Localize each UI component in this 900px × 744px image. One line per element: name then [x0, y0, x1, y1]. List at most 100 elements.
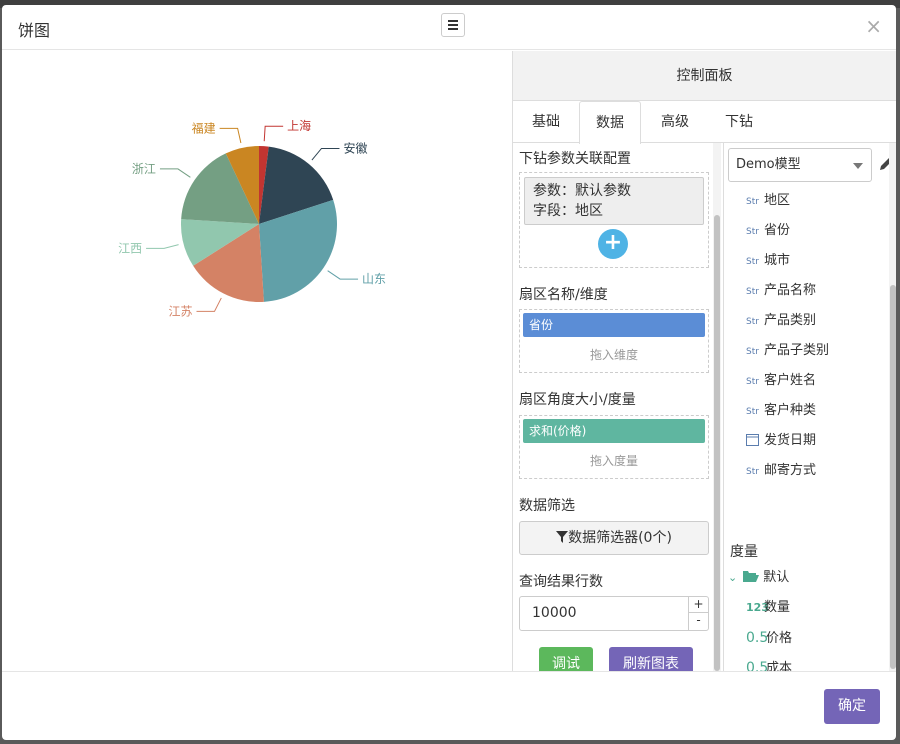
- string-type-icon: Str: [746, 347, 759, 357]
- add-drill-param-button[interactable]: +: [598, 229, 628, 259]
- chevron-down-icon: [853, 163, 863, 169]
- refresh-chart-button[interactable]: 刷新图表: [609, 647, 693, 671]
- string-type-icon: Str: [746, 287, 759, 297]
- tab-data[interactable]: 数据: [579, 101, 641, 144]
- measure-group-label: 默认: [763, 570, 790, 585]
- drill-params-dropzone[interactable]: 参数：默认参数 字段：地区 +: [519, 172, 709, 268]
- pie-slice-label: 上海: [287, 118, 311, 133]
- dimension-field-label: 城市: [764, 253, 791, 268]
- measure-field-label: 数量: [764, 600, 791, 615]
- increment-button[interactable]: +: [689, 597, 708, 613]
- measure-field-item[interactable]: 123数量: [746, 598, 790, 618]
- measure-field-item[interactable]: 0.5成本: [746, 658, 792, 671]
- label-leader-line: [196, 297, 222, 312]
- dimension-field-item[interactable]: Str 客户姓名: [746, 371, 816, 391]
- decimal-type-icon: 0.5: [746, 660, 769, 671]
- model-select[interactable]: Demo模型: [728, 148, 872, 182]
- sector-size-title: 扇区角度大小/度量: [519, 392, 636, 408]
- pie-slice-label: 山东: [362, 272, 386, 286]
- string-type-icon: Str: [746, 197, 759, 207]
- calendar-icon: [746, 433, 764, 448]
- dimension-field-label: 客户姓名: [764, 373, 817, 388]
- string-type-icon: Str: [746, 227, 759, 237]
- dimension-field-item[interactable]: 发货日期: [746, 431, 816, 451]
- model-select-value: Demo模型: [736, 157, 801, 172]
- measures-heading: 度量: [730, 544, 758, 560]
- right-column-scrollbar[interactable]: [889, 143, 896, 671]
- string-type-icon: Str: [746, 257, 759, 267]
- drill-param-line: 参数：默认参数: [533, 183, 631, 199]
- dimension-field-label: 省份: [764, 223, 791, 238]
- pie-slice-label: 福建: [192, 120, 216, 135]
- dimension-dropzone[interactable]: 省份 拖入维度: [519, 309, 709, 373]
- control-panel: 控制面板 基础 数据 高级 下钻 下钻参数关联配置 参数：默认参数 字段：地区 …: [512, 51, 896, 671]
- string-type-icon: Str: [746, 377, 759, 387]
- dimension-chip[interactable]: 省份: [523, 313, 705, 337]
- close-button[interactable]: ×: [865, 14, 882, 38]
- dimension-field-item[interactable]: Str 产品类别: [746, 311, 816, 331]
- drill-param-item[interactable]: 参数：默认参数 字段：地区: [524, 177, 704, 225]
- pie-slice-label: 江苏: [168, 304, 192, 318]
- tab-advanced[interactable]: 高级: [645, 101, 705, 143]
- string-type-icon: Str: [746, 467, 759, 477]
- dimension-field-item[interactable]: Str 邮寄方式: [746, 461, 816, 481]
- label-leader-line: [159, 168, 191, 178]
- hamburger-icon: [448, 20, 458, 22]
- dimension-field-label: 客户种类: [764, 403, 817, 418]
- label-leader-line: [327, 270, 359, 280]
- dimension-field-label: 产品名称: [764, 283, 817, 298]
- dialog-footer: 确定: [2, 671, 896, 740]
- dimension-field-label: 产品子类别: [764, 343, 830, 358]
- integer-type-icon: 123: [746, 601, 769, 614]
- sector-name-title: 扇区名称/维度: [519, 287, 608, 303]
- dimension-field-item[interactable]: Str 产品子类别: [746, 341, 829, 361]
- label-leader-line: [146, 244, 179, 249]
- filter-icon: [556, 531, 569, 543]
- pie-chart: 上海安徽山东江苏 江西 浙江 福建: [118, 118, 386, 318]
- measure-field-item[interactable]: 0.5价格: [746, 628, 792, 648]
- measure-field-label: 成本: [766, 661, 793, 671]
- dimension-field-item[interactable]: Str 客户种类: [746, 401, 816, 421]
- panel-tabs: 基础 数据 高级 下钻: [513, 101, 896, 144]
- debug-button[interactable]: 调试: [539, 647, 593, 671]
- dimension-field-label: 地区: [764, 193, 791, 208]
- tab-basic[interactable]: 基础: [517, 101, 575, 143]
- dimension-field-item[interactable]: Str 省份: [746, 221, 790, 241]
- measure-chip[interactable]: 求和(价格): [523, 419, 705, 443]
- measure-field-label: 价格: [766, 631, 793, 646]
- dimension-field-item[interactable]: Str 产品名称: [746, 281, 816, 301]
- confirm-button[interactable]: 确定: [824, 689, 880, 724]
- menu-toggle-button[interactable]: [441, 13, 465, 37]
- string-type-icon: Str: [746, 407, 759, 417]
- label-leader-line: [263, 125, 284, 142]
- data-filter-button[interactable]: 数据筛选器(0个): [519, 521, 709, 555]
- left-column-scrollbar[interactable]: [713, 143, 721, 671]
- dialog-title: 饼图: [18, 21, 51, 40]
- result-rows-input[interactable]: 10000 + -: [519, 596, 709, 631]
- measure-group-default[interactable]: ⌄ 默认: [728, 568, 789, 588]
- data-filter-label: 数据筛选器(0个): [568, 530, 672, 546]
- tab-drilldown[interactable]: 下钻: [709, 101, 769, 143]
- dimension-field-label: 产品类别: [764, 313, 817, 328]
- string-type-icon: Str: [746, 317, 759, 327]
- data-config-column: 下钻参数关联配置 参数：默认参数 字段：地区 + 扇区名称/维度 省份 拖入维度…: [513, 143, 713, 671]
- pie-chart-dialog: 饼图 × 上海 安徽 山东 江苏 江西 浙江 福建 控制面板 基础 数据 高级 下钻 下钻参…: [2, 5, 896, 740]
- decrement-button[interactable]: -: [689, 613, 708, 629]
- label-leader-line: [219, 127, 242, 144]
- dimension-field-label: 发货日期: [764, 433, 817, 448]
- decimal-type-icon: 0.5: [746, 630, 769, 646]
- dialog-header: 饼图 ×: [2, 5, 896, 50]
- dimension-drop-hint: 拖入维度: [589, 348, 638, 362]
- drill-config-title: 下钻参数关联配置: [519, 151, 631, 167]
- pie-slice-label: 江西: [118, 241, 142, 255]
- dimension-field-item[interactable]: Str 地区: [746, 191, 790, 211]
- measure-dropzone[interactable]: 求和(价格) 拖入度量: [519, 415, 709, 479]
- dimension-field-item[interactable]: Str 城市: [746, 251, 790, 271]
- data-filter-title: 数据筛选: [519, 498, 575, 514]
- result-rows-title: 查询结果行数: [519, 574, 603, 590]
- measure-drop-hint: 拖入度量: [589, 454, 638, 468]
- pie-slice-label: 安徽: [343, 140, 367, 155]
- drill-field-line: 字段：地区: [533, 203, 603, 219]
- result-rows-value: 10000: [532, 605, 577, 621]
- chart-area: 上海 安徽 山东 江苏 江西 浙江 福建: [2, 51, 512, 671]
